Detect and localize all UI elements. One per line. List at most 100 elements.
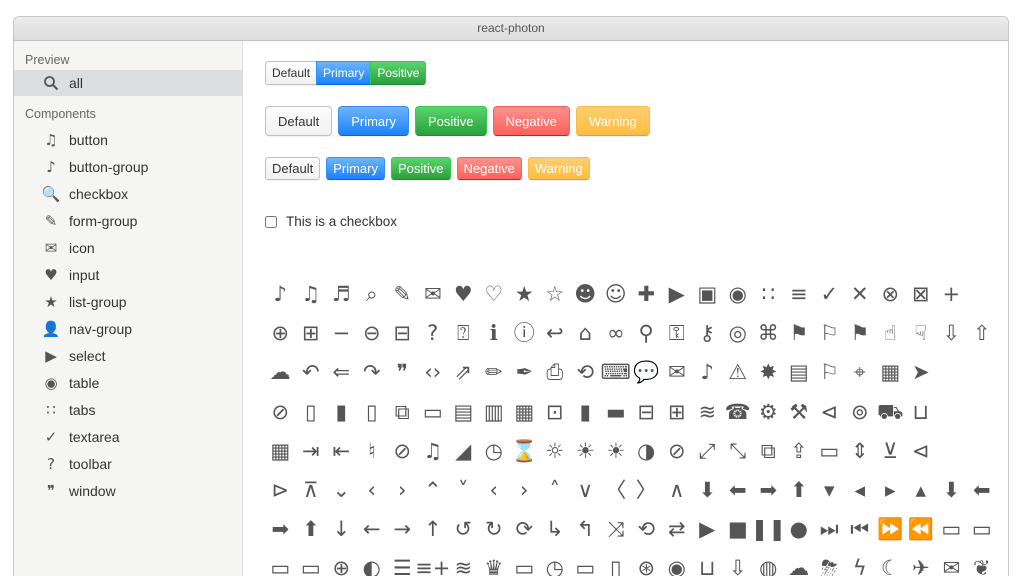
sidebar-item-select[interactable]: ▶ select <box>14 342 242 369</box>
left-bold-icon: ⬅ <box>972 477 991 502</box>
button-group: Default Primary Positive <box>265 61 427 85</box>
reply-icon: ↶ <box>301 360 320 385</box>
progress-2-icon: ▭ <box>270 556 291 576</box>
up-dir-icon: ▴ <box>915 477 927 502</box>
sidebar-item-label: icon <box>69 239 95 256</box>
vcard-icon: ▤ <box>788 360 809 385</box>
export-icon: ⇗ <box>454 360 473 385</box>
group-positive-button[interactable]: Positive <box>370 61 427 85</box>
book-icon: ▮ <box>579 399 592 424</box>
compass-icon: ⊘ <box>271 399 290 424</box>
doc-text-inv-icon: ▥ <box>483 399 504 424</box>
fast-forward-icon: ⏩ <box>877 517 904 542</box>
sidebar-item-button[interactable]: ♫ button <box>14 126 242 153</box>
feather-icon: ✒ <box>515 360 534 385</box>
mini-warning-button[interactable]: Warning <box>527 157 590 180</box>
sound-icon: ♫ <box>423 438 443 463</box>
arrows-ccw-icon: ⟳ <box>515 517 534 542</box>
sidebar-item-window[interactable]: ❞ window <box>14 477 242 504</box>
pencil-icon: ✏ <box>484 360 503 385</box>
fast-backward-icon: ⏪ <box>907 517 934 542</box>
login-icon: ⇥ <box>301 438 320 463</box>
heart-icon: ♥ <box>44 265 58 284</box>
lock-icon: ⚿ <box>668 321 685 346</box>
logout-icon: ⇤ <box>332 438 351 463</box>
star-icon: ★ <box>514 282 534 306</box>
sidebar-item-icon[interactable]: ✉ icon <box>14 234 242 261</box>
app-window: react-photon Preview all Components ♫ but… <box>13 16 1009 576</box>
picture-icon: ▣ <box>697 282 718 306</box>
sidebar-item-label: textarea <box>69 428 120 445</box>
sidebar-item-checkbox[interactable]: 🔍 checkbox <box>14 180 242 207</box>
mini-negative-button[interactable]: Negative <box>456 157 522 180</box>
search-icon: ⌕ <box>365 282 378 306</box>
mail-icon: ✉ <box>44 238 58 257</box>
sidebar-item-list-group[interactable]: ★ list-group <box>14 288 242 315</box>
menu-icon: ≡ <box>789 282 808 306</box>
sidebar-item-button-group[interactable]: ♪ button-group <box>14 153 242 180</box>
large-negative-button[interactable]: Negative <box>492 106 570 136</box>
volume-icon: ◢ <box>455 438 472 463</box>
up-icon: ⬆ <box>789 477 808 502</box>
sidebar-item-label: window <box>69 482 116 499</box>
help-icon: ? <box>47 454 55 473</box>
search-icon <box>42 74 60 92</box>
sidebar-item-form-group[interactable]: ✎ form-group <box>14 207 242 234</box>
bell-icon: ♪ <box>700 360 714 385</box>
plus-circled-icon: ⊕ <box>271 321 290 346</box>
group-primary-button[interactable]: Primary <box>316 61 372 85</box>
upload-icon: ⇧ <box>972 321 991 346</box>
heart-empty-icon: ♡ <box>484 282 504 306</box>
group-default-button[interactable]: Default <box>265 61 318 85</box>
eye-icon: ◎ <box>728 321 747 346</box>
star-icon: ★ <box>44 292 58 311</box>
sidebar-item-label: checkbox <box>69 185 129 202</box>
attach-icon: ⚲ <box>638 321 654 346</box>
down-open-mini-icon: ˅ <box>458 477 469 502</box>
retweet-icon: ⟲ <box>576 360 595 385</box>
upload-cloud-icon: ☁ <box>269 360 291 385</box>
address-icon: ⚐ <box>819 360 839 385</box>
tag-icon: ⌘ <box>757 321 779 346</box>
sidebar-item-all[interactable]: all <box>14 70 242 96</box>
bag-icon: ⊔ <box>912 399 929 424</box>
mini-positive-button[interactable]: Positive <box>390 157 451 180</box>
sidebar-item-nav-group[interactable]: 👤 nav-group <box>14 315 242 342</box>
flash-icon: ϟ <box>852 556 867 576</box>
attention-icon: ⚠ <box>728 360 748 385</box>
sidebar-item-textarea[interactable]: ✓ textarea <box>14 423 242 450</box>
phone-icon: ☎ <box>724 399 751 424</box>
cancel-circled-icon: ⊗ <box>881 282 900 306</box>
sidebar-item-table[interactable]: ◉ table <box>14 369 242 396</box>
demo-checkbox[interactable] <box>265 215 277 228</box>
users-icon: ☺ <box>604 282 627 306</box>
left-circled-icon: ⊲ <box>911 438 930 463</box>
mini-primary-button[interactable]: Primary <box>326 157 385 180</box>
blank-icon <box>967 275 998 314</box>
hourglass-icon: ⌛ <box>511 438 538 463</box>
mini-default-button[interactable]: Default <box>265 157 321 180</box>
battery-icon: ▭ <box>514 556 535 576</box>
blank5-icon <box>967 393 998 432</box>
switch-icon: ⇄ <box>667 517 686 542</box>
trash-icon: ▯ <box>304 399 317 424</box>
check-icon: ✓ <box>820 282 839 306</box>
keyboard-icon: ⌨ <box>600 360 631 385</box>
rss-icon: ≋ <box>698 399 717 424</box>
large-warning-button[interactable]: Warning <box>575 106 650 136</box>
checkbox-row[interactable]: This is a checkbox <box>265 214 397 229</box>
home-icon: ⌂ <box>578 321 592 346</box>
large-positive-button[interactable]: Positive <box>414 106 487 136</box>
star-empty-icon: ☆ <box>545 282 565 306</box>
signal-icon: ≋ <box>454 556 473 576</box>
sidebar-item-tabs[interactable]: ∷ tabs <box>14 396 242 423</box>
clock-icon: ◷ <box>484 438 503 463</box>
light-up-icon: ☀ <box>606 438 626 463</box>
flag-icon: ⚑ <box>850 321 870 346</box>
large-default-button[interactable]: Default <box>265 106 333 136</box>
cw-icon: ↻ <box>484 517 503 542</box>
sidebar-item-toolbar[interactable]: ? toolbar <box>14 450 242 477</box>
large-primary-button[interactable]: Primary <box>338 106 409 136</box>
progress-3-icon: ▭ <box>300 556 321 576</box>
sidebar-item-input[interactable]: ♥ input <box>14 261 242 288</box>
